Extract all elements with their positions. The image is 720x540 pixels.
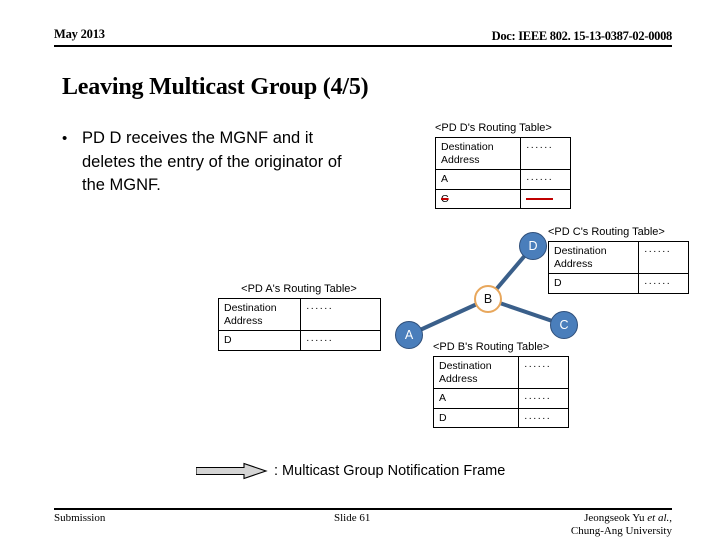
- routing-table-pd-b: <PD B's Routing Table> Destination Addre…: [433, 341, 569, 428]
- legend: : Multicast Group Notification Frame: [196, 462, 505, 480]
- network-node-d-label: D: [528, 239, 538, 253]
- table-row: A ······: [435, 169, 571, 190]
- cell-destination: A: [433, 388, 519, 409]
- routing-table-pd-a-grid: Destination Address ······ D ······: [218, 298, 381, 351]
- bullet-list: • PD D receives the MGNF and it deletes …: [60, 127, 360, 198]
- table-row-deleted: C ······: [435, 188, 571, 209]
- footer-author-etal: et al.: [647, 512, 670, 524]
- cell-value: ······: [638, 273, 689, 294]
- routing-table-pd-b-caption: <PD B's Routing Table>: [433, 341, 550, 353]
- routing-table-pd-d: <PD D's Routing Table> Destination Addre…: [435, 122, 571, 209]
- table-row: D ······: [218, 330, 381, 351]
- bullet-text: PD D receives the MGNF and it deletes th…: [82, 129, 342, 194]
- cell-value-header: ······: [300, 298, 381, 331]
- routing-table-pd-c-grid: Destination Address ······ D ······: [548, 241, 689, 294]
- cell-value: ······: [300, 330, 381, 351]
- network-node-a-label: A: [404, 328, 414, 342]
- slide-canvas: May 2013 Doc: IEEE 802. 15-13-0387-02-00…: [0, 0, 720, 540]
- routing-table-pd-b-grid: Destination Address ······ A ······ D ··…: [433, 356, 569, 428]
- page-title: Leaving Multicast Group (4/5): [62, 74, 369, 100]
- footer-affiliation: Chung-Ang University: [570, 525, 672, 537]
- cell-value-deleted: ······: [520, 188, 571, 209]
- cell-destination: D: [548, 273, 639, 294]
- cell-value: ······: [518, 388, 569, 409]
- footer-authors: Jeongseok Yu et al., Chung-Ang Universit…: [571, 512, 672, 538]
- cell-value: ······: [520, 169, 571, 190]
- cell-destination-header: Destination Address: [435, 137, 521, 170]
- table-row: D ······: [548, 273, 689, 294]
- footer-author-name: Jeongseok Yu: [584, 512, 648, 524]
- network-node-d[interactable]: D: [519, 232, 547, 260]
- bullet-marker-icon: •: [62, 130, 68, 147]
- cell-destination: A: [435, 169, 521, 190]
- table-row: A ······: [433, 388, 569, 409]
- network-node-b[interactable]: B: [474, 285, 502, 313]
- network-node-c[interactable]: C: [550, 311, 578, 339]
- footer-divider: [54, 508, 672, 510]
- routing-table-pd-a: <PD A's Routing Table> Destination Addre…: [218, 283, 381, 351]
- cell-value: ······: [518, 407, 569, 428]
- header-date: May 2013: [54, 27, 105, 41]
- network-node-c-label: C: [559, 318, 569, 332]
- footer-slide-number: Slide 61: [334, 512, 371, 524]
- cell-destination-header: Destination Address: [218, 298, 301, 331]
- table-row: D ······: [433, 407, 569, 428]
- header-divider: [54, 45, 672, 47]
- cell-destination: D: [433, 407, 519, 428]
- footer-submission: Submission: [54, 512, 106, 524]
- table-row: Destination Address ······: [548, 241, 689, 274]
- cell-value-header: ······: [638, 241, 689, 274]
- routing-table-pd-d-grid: Destination Address ······ A ······ C ··…: [435, 137, 571, 209]
- cell-value-header: ······: [518, 356, 569, 389]
- routing-table-pd-a-caption: <PD A's Routing Table>: [241, 283, 357, 295]
- table-row: Destination Address ······: [218, 298, 381, 331]
- list-item: • PD D receives the MGNF and it deletes …: [60, 127, 360, 198]
- cell-destination-deleted: C: [435, 188, 521, 209]
- network-node-b-label: B: [483, 292, 493, 306]
- cell-value-header: ······: [520, 137, 571, 170]
- arrow-right-icon: [196, 462, 268, 480]
- header-document-id: Doc: IEEE 802. 15-13-0387-02-0008: [491, 29, 673, 43]
- routing-table-pd-c-caption: <PD C's Routing Table>: [548, 226, 665, 238]
- legend-label: : Multicast Group Notification Frame: [274, 463, 506, 479]
- network-node-a[interactable]: A: [395, 321, 423, 349]
- table-row: Destination Address ······: [435, 137, 571, 170]
- cell-destination-header: Destination Address: [433, 356, 519, 389]
- routing-table-pd-c: <PD C's Routing Table> Destination Addre…: [548, 226, 689, 294]
- routing-table-pd-d-caption: <PD D's Routing Table>: [435, 122, 552, 134]
- cell-destination: D: [218, 330, 301, 351]
- table-row: Destination Address ······: [433, 356, 569, 389]
- footer-author-comma: ,: [669, 512, 672, 524]
- cell-destination-header: Destination Address: [548, 241, 639, 274]
